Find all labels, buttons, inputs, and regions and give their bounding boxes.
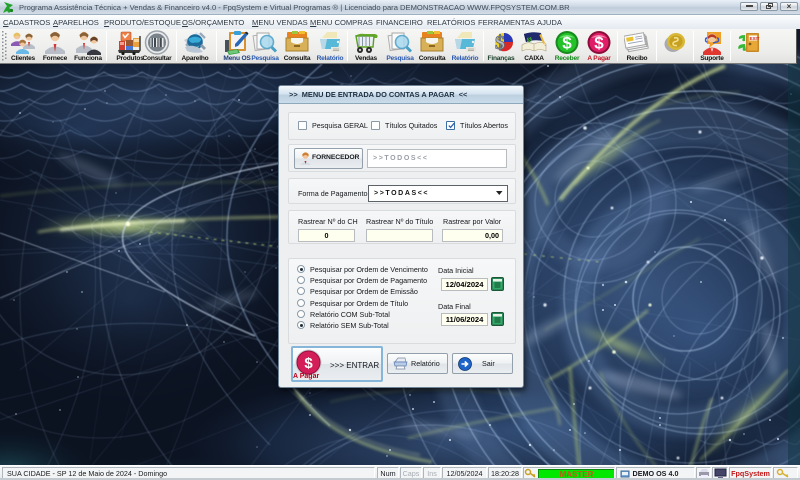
svg-text:EXIT: EXIT <box>750 36 760 41</box>
svg-text:$: $ <box>562 34 572 53</box>
svg-text:$: $ <box>304 355 313 372</box>
svg-text:$: $ <box>528 38 531 44</box>
svg-text:$: $ <box>495 32 505 54</box>
svg-text:$: $ <box>594 34 604 53</box>
